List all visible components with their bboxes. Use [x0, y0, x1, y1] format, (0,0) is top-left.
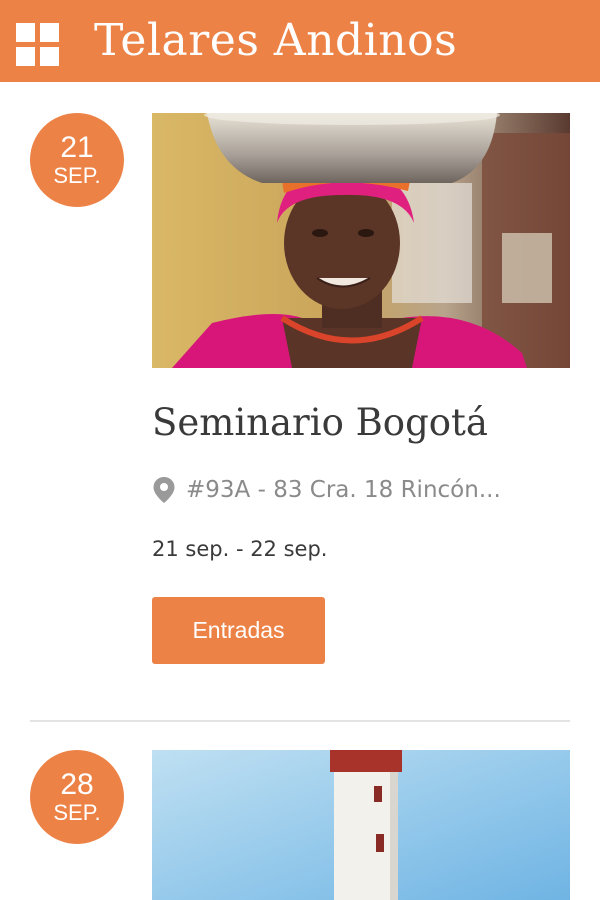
app-header: Telares Andinos	[0, 0, 600, 82]
event-image[interactable]	[152, 750, 570, 900]
event-month: SEP.	[53, 163, 101, 188]
event-image[interactable]	[152, 113, 570, 368]
woman-photo	[152, 113, 570, 368]
event-address: #93A - 83 Cra. 18 Rincón...	[186, 477, 501, 503]
event-location: #93A - 83 Cra. 18 Rincón...	[152, 472, 572, 508]
event-title[interactable]: Seminario Bogotá	[152, 398, 488, 448]
app-title: Telares Andinos	[94, 15, 458, 66]
lighthouse-photo	[152, 750, 570, 900]
map-pin-icon	[153, 477, 175, 503]
event-day: 21	[60, 131, 94, 164]
event-date-badge: 28 SEP.	[30, 750, 124, 844]
tickets-button[interactable]: Entradas	[152, 597, 325, 664]
grid-menu-icon[interactable]	[16, 23, 59, 66]
event-divider	[30, 720, 570, 722]
event-date-range: 21 sep. - 22 sep.	[152, 537, 328, 561]
event-date-badge: 21 SEP.	[30, 113, 124, 207]
event-day: 28	[60, 768, 94, 801]
event-month: SEP.	[53, 800, 101, 825]
